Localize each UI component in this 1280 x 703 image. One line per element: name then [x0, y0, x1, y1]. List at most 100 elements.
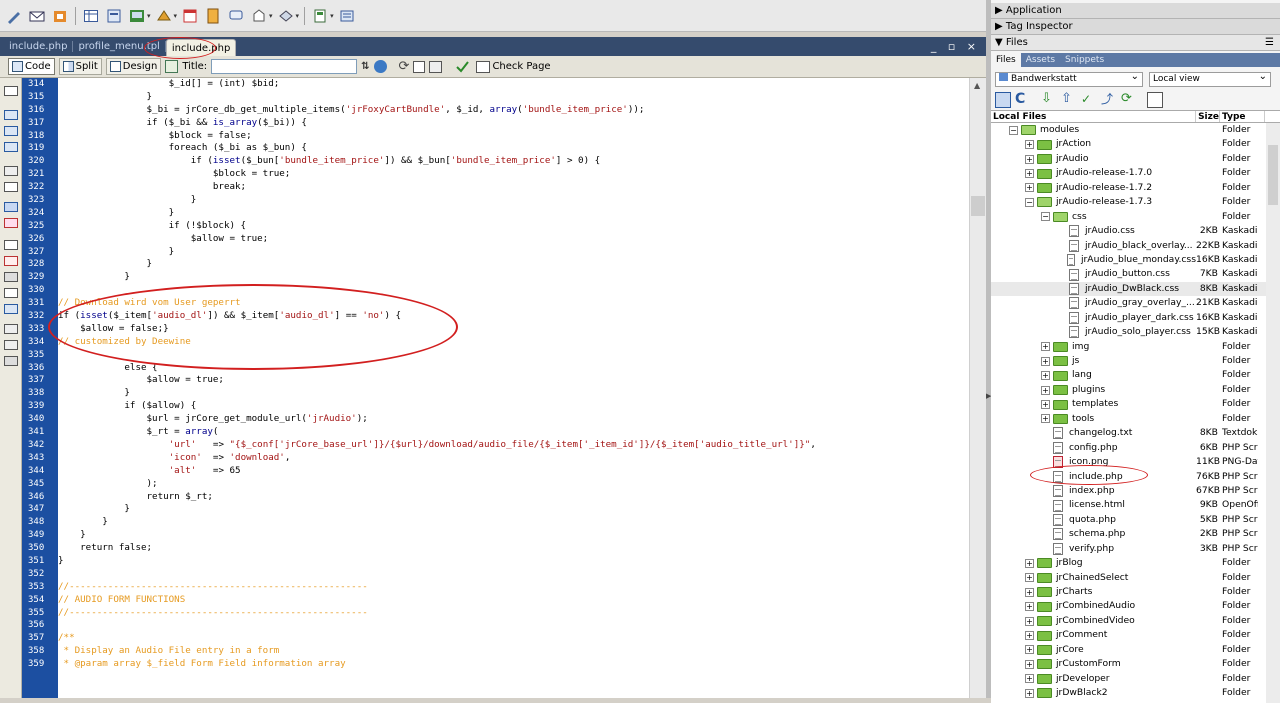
panel-menu-icon[interactable]: ☰ [1265, 35, 1280, 51]
code-line[interactable]: 'icon' => 'download', [58, 452, 969, 465]
outdent-code-icon[interactable] [3, 340, 18, 350]
file-tree-row[interactable]: quota.php 5KB PHP Scrip [991, 513, 1280, 527]
design-view-button[interactable]: Design [105, 58, 162, 75]
code-line[interactable] [58, 284, 969, 297]
file-tree-row[interactable]: jrAudio_solo_player.css 15KBKaskadie... [991, 325, 1280, 339]
put-files-icon[interactable]: ⇧ [1061, 91, 1077, 108]
refresh-icon[interactable]: C [1015, 92, 1031, 108]
code-line[interactable]: } [58, 258, 969, 271]
pen-icon[interactable] [4, 6, 24, 26]
tab-files[interactable]: Files [991, 53, 1021, 67]
code-line[interactable]: } [58, 387, 969, 400]
expand-node-icon[interactable]: + [1025, 631, 1034, 641]
collapse-tag-icon[interactable] [3, 110, 18, 120]
code-line[interactable]: if ($_bi && is_array($_bi)) { [58, 117, 969, 130]
check-in-icon[interactable]: ⤴ [1101, 92, 1117, 108]
file-tree-row[interactable]: index.php 67KBPHP Scrip [991, 484, 1280, 498]
auto-indent-icon[interactable] [3, 272, 18, 282]
code-line[interactable]: // AUDIO FORM FUNCTIONS [58, 594, 969, 607]
file-tree-row[interactable]: + js Folder [991, 354, 1280, 368]
editor-scrollbar[interactable]: ▲ [969, 78, 986, 698]
code-line[interactable] [58, 349, 969, 362]
file-tree-row[interactable]: + jrAction Folder [991, 137, 1280, 151]
file-tree-row[interactable]: license.html 9KB OpenOffi... [991, 498, 1280, 512]
code-line[interactable]: $_id[] = (int) $bid; [58, 78, 969, 91]
word-wrap-icon[interactable] [3, 240, 18, 250]
file-tree-row[interactable]: + lang Folder [991, 368, 1280, 382]
code-line[interactable]: } [58, 91, 969, 104]
code-line[interactable]: } [58, 555, 969, 568]
expand-node-icon[interactable]: + [1025, 573, 1034, 583]
files-panel-header[interactable]: ▼ Files ☰ [991, 35, 1280, 51]
file-tree-row[interactable]: + jrCustomForm Folder [991, 657, 1280, 671]
tag-inspector-panel-header[interactable]: ▶ Tag Inspector [991, 19, 1280, 35]
mail-icon[interactable] [27, 6, 47, 26]
title-input[interactable] [211, 59, 358, 74]
split-view-button[interactable]: Split [58, 58, 102, 75]
code-line[interactable]: return false; [58, 542, 969, 555]
file-tree-row[interactable]: + jrBlog Folder [991, 556, 1280, 570]
code-line[interactable]: //--------------------------------------… [58, 581, 969, 594]
file-tree-scrollbar[interactable] [1266, 123, 1280, 703]
expand-node-icon[interactable]: + [1041, 371, 1050, 381]
file-tree-row[interactable]: jrAudio_button.css 7KB Kaskadie... [991, 267, 1280, 281]
expand-node-icon[interactable]: + [1041, 356, 1050, 366]
file-tree-row[interactable]: + jrChainedSelect Folder [991, 571, 1280, 585]
file-tree-row[interactable]: + jrCore Folder [991, 643, 1280, 657]
code-line[interactable]: } [58, 246, 969, 259]
code-line[interactable]: //--------------------------------------… [58, 607, 969, 620]
connect-icon[interactable] [995, 91, 1011, 108]
code-line[interactable] [58, 619, 969, 632]
file-tree-row[interactable]: schema.php 2KB PHP Scrip [991, 527, 1280, 541]
file-tree-row[interactable]: + jrCombinedAudio Folder [991, 599, 1280, 613]
code-line[interactable]: } [58, 207, 969, 220]
highlight-invalid-code-icon[interactable] [3, 218, 18, 228]
check-out-icon[interactable]: ✓ [1081, 92, 1097, 108]
code-line[interactable]: /** [58, 632, 969, 645]
expand-node-icon[interactable]: + [1025, 688, 1034, 698]
file-tree-scrollbar-thumb[interactable] [1268, 145, 1278, 205]
file-tree-row[interactable]: jrAudio_gray_overlay_...21KBKaskadie... [991, 296, 1280, 310]
template-icon[interactable] [310, 6, 330, 26]
file-tree-row[interactable]: + img Folder [991, 340, 1280, 354]
file-tree-row[interactable]: jrAudio_black_overlay...22KBKaskadie... [991, 239, 1280, 253]
code-line[interactable]: if (!$block) { [58, 220, 969, 233]
tab-include-php[interactable]: include.php [4, 41, 74, 52]
expand-node-icon[interactable]: + [1025, 154, 1034, 164]
expand-node-icon[interactable]: + [1025, 587, 1034, 597]
tab-assets[interactable]: Assets [1021, 53, 1060, 67]
file-tree-row[interactable]: config.php 6KB PHP Scrip [991, 441, 1280, 455]
code-line[interactable]: } [58, 529, 969, 542]
application-panel-header[interactable]: ▶ Application [991, 3, 1280, 19]
head-icon[interactable] [249, 6, 269, 26]
file-tree-row[interactable]: jrAudio_blue_monday.css16KBKaskadie... [991, 253, 1280, 267]
code-editor[interactable]: $_id[] = (int) $bid; } $_bi = jrCore_db_… [58, 78, 969, 698]
code-view-button[interactable]: Code [8, 58, 55, 75]
file-tree-row[interactable]: + jrDwBlack2 Folder [991, 686, 1280, 700]
expand-node-icon[interactable]: + [1041, 414, 1050, 424]
check-page-button[interactable]: Check Page [473, 58, 553, 75]
select-parent-tag-icon[interactable] [3, 166, 18, 176]
file-tree-row[interactable]: + jrComment Folder [991, 628, 1280, 642]
code-line[interactable]: // Download wird vom User geperrt [58, 297, 969, 310]
code-line[interactable]: $block = false; [58, 130, 969, 143]
tab-include-php-active[interactable]: include.php [165, 39, 237, 56]
code-line[interactable]: } [58, 503, 969, 516]
code-line[interactable]: 'alt' => 65 [58, 465, 969, 478]
line-numbers-icon[interactable] [3, 202, 18, 212]
window-controls[interactable]: _ ▫ × [931, 40, 986, 56]
expand-node-icon[interactable]: + [1025, 645, 1034, 655]
code-line[interactable]: ); [58, 478, 969, 491]
tab-profile-menu-tpl[interactable]: profile_menu.tpl [73, 41, 166, 52]
tab-snippets[interactable]: Snippets [1060, 53, 1109, 67]
local-files-header[interactable]: Local Files [991, 111, 1196, 122]
collapse-node-icon[interactable]: − [1009, 125, 1018, 135]
file-tree-row[interactable]: − jrAudio-release-1.7.3 Folder [991, 195, 1280, 209]
expand-node-icon[interactable]: + [1025, 140, 1034, 150]
code-line[interactable]: 'url' => "{$_conf['jrCore_base_url']}/{$… [58, 439, 969, 452]
file-tree-row[interactable]: + jrCharts Folder [991, 585, 1280, 599]
refresh-icon[interactable]: ⟳ [399, 59, 410, 74]
file-tree-row[interactable]: include.php 76KBPHP Scrip [991, 470, 1280, 484]
file-tree-row[interactable]: + plugins Folder [991, 383, 1280, 397]
media-icon[interactable] [154, 6, 174, 26]
